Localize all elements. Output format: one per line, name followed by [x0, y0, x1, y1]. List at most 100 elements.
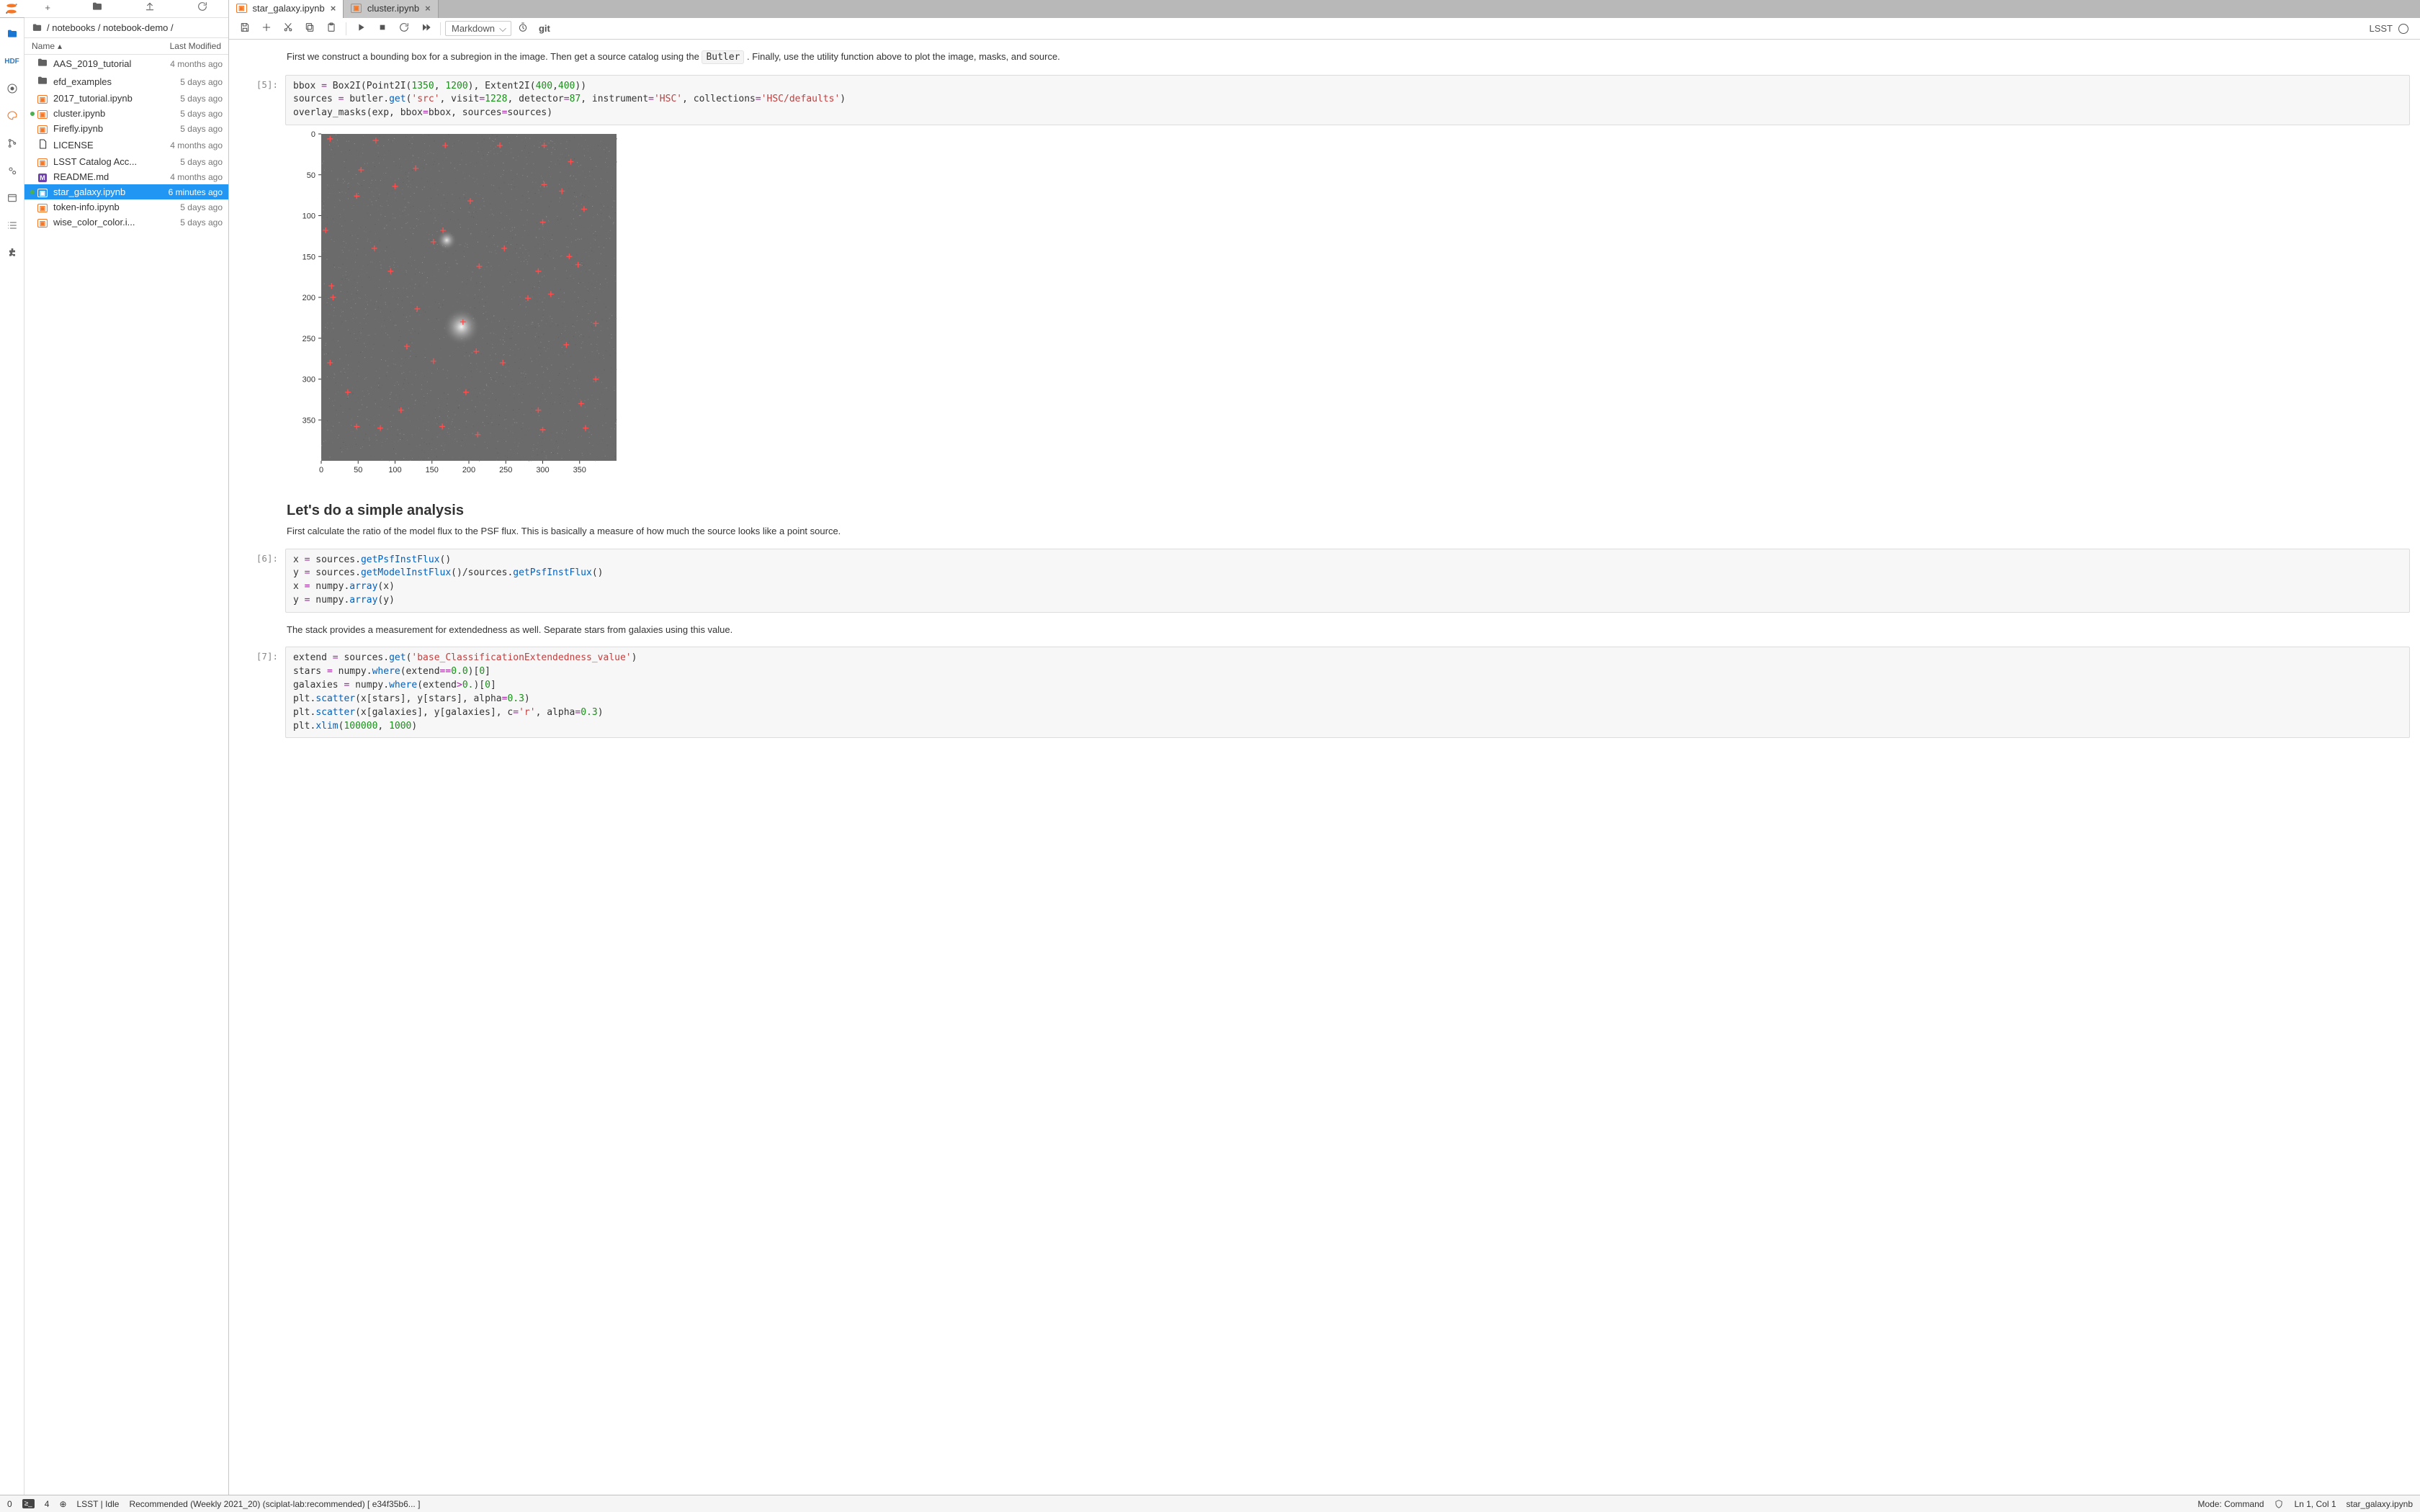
tab-cluster-ipynb[interactable]: ▣cluster.ipynb×	[344, 0, 438, 18]
cell-type-selector[interactable]: Markdown	[445, 21, 511, 36]
terminal-icon[interactable]	[5, 81, 19, 96]
notebook-icon: ▣	[36, 217, 49, 228]
extensions-icon[interactable]	[5, 246, 19, 260]
upload-button[interactable]	[140, 0, 160, 16]
hdf5-icon[interactable]: HDF	[5, 54, 19, 68]
restart-button[interactable]	[394, 19, 414, 38]
notebook-toolbar: Markdown git LSST	[229, 18, 2420, 40]
tab-star_galaxy-ipynb[interactable]: ▣star_galaxy.ipynb×	[229, 0, 344, 18]
file-row[interactable]: ▣token-info.ipynb5 days ago	[24, 199, 228, 215]
git-icon[interactable]	[5, 136, 19, 150]
file-row[interactable]: ▣cluster.ipynb5 days ago	[24, 106, 228, 121]
file-name: token-info.ipynb	[53, 202, 180, 212]
svg-text:350: 350	[573, 466, 586, 474]
notebook-body[interactable]: First we construct a bounding box for a …	[229, 40, 2420, 1495]
sort-arrow-icon: ▴	[58, 41, 62, 51]
modified-column-header[interactable]: Last Modified	[170, 41, 221, 51]
file-modified: 5 days ago	[180, 202, 223, 212]
code-cell[interactable]: [5]: bbox = Box2I(Point2I(1350, 1200), E…	[239, 75, 2410, 483]
code-cell[interactable]: [6]: x = sources.getPsfInstFlux() y = so…	[239, 549, 2410, 613]
new-launcher-button[interactable]: +	[40, 1, 55, 14]
cell-prompt: [5]:	[239, 75, 285, 483]
svg-text:150: 150	[302, 253, 315, 261]
kernel-status-icon[interactable]	[2398, 24, 2408, 34]
run-button[interactable]	[351, 19, 371, 38]
file-modified: 5 days ago	[180, 157, 223, 167]
svg-text:0: 0	[319, 466, 323, 474]
running-dot-icon	[30, 190, 35, 194]
copy-button[interactable]	[300, 19, 320, 38]
markdown-cell[interactable]: The stack provides a measurement for ext…	[239, 618, 2410, 642]
folder-icon	[36, 75, 49, 89]
breadcrumb-path[interactable]: / notebooks / notebook-demo /	[47, 22, 174, 33]
timer-icon[interactable]	[513, 19, 533, 38]
file-row[interactable]: AAS_2019_tutorial4 months ago	[24, 55, 228, 73]
env-status[interactable]: Recommended (Weekly 2021_20) (sciplat-la…	[129, 1499, 420, 1509]
file-modified: 6 minutes ago	[169, 187, 223, 197]
kernel-name[interactable]: LSST	[2369, 23, 2393, 34]
svg-text:300: 300	[302, 376, 315, 384]
cell-prompt: [6]:	[239, 549, 285, 613]
file-modified: 4 months ago	[170, 140, 223, 150]
code-input[interactable]: extend = sources.get('base_Classificatio…	[285, 647, 2410, 738]
document-name-status: star_galaxy.ipynb	[2347, 1499, 2414, 1509]
svg-text:250: 250	[499, 466, 512, 474]
palette-icon[interactable]	[5, 109, 19, 123]
tab-strip: ▣star_galaxy.ipynb×▣cluster.ipynb×	[229, 0, 2420, 18]
file-name: wise_color_color.i...	[53, 217, 180, 228]
list-icon[interactable]	[5, 218, 19, 233]
git-button[interactable]: git	[534, 20, 555, 37]
svg-text:300: 300	[536, 466, 549, 474]
file-name: star_galaxy.ipynb	[53, 186, 169, 197]
new-folder-button[interactable]	[87, 0, 107, 16]
folder-icon[interactable]	[5, 27, 19, 41]
add-cell-button[interactable]	[256, 19, 277, 38]
file-toolbar: +	[24, 0, 228, 18]
run-all-button[interactable]	[416, 19, 436, 38]
gears-icon[interactable]	[5, 163, 19, 178]
shield-icon[interactable]	[2274, 1499, 2284, 1509]
file-row[interactable]: ▣Firefly.ipynb5 days ago	[24, 121, 228, 136]
status-circle-icon[interactable]: ⊕	[59, 1499, 66, 1509]
status-left-0[interactable]: 0	[7, 1499, 12, 1509]
save-button[interactable]	[235, 19, 255, 38]
code-input[interactable]: x = sources.getPsfInstFlux() y = sources…	[285, 549, 2410, 613]
file-row[interactable]: efd_examples5 days ago	[24, 73, 228, 91]
file-modified: 5 days ago	[180, 124, 223, 134]
tab-label: star_galaxy.ipynb	[253, 3, 325, 14]
svg-text:150: 150	[426, 466, 439, 474]
running-dot-icon	[30, 112, 35, 116]
file-row[interactable]: MREADME.md4 months ago	[24, 169, 228, 184]
file-row[interactable]: ▣wise_color_color.i...5 days ago	[24, 215, 228, 230]
window-icon[interactable]	[5, 191, 19, 205]
mode-status: Mode: Command	[2197, 1499, 2264, 1509]
close-icon[interactable]: ×	[425, 3, 431, 14]
md-icon: M	[36, 171, 49, 182]
svg-text:50: 50	[307, 171, 315, 180]
svg-text:50: 50	[354, 466, 362, 474]
notebook-icon: ▣	[36, 93, 49, 104]
paste-button[interactable]	[321, 19, 341, 38]
file-row[interactable]: ▣star_galaxy.ipynb6 minutes ago	[24, 184, 228, 199]
kernel-status[interactable]: LSST | Idle	[77, 1499, 120, 1509]
code-input[interactable]: bbox = Box2I(Point2I(1350, 1200), Extent…	[285, 75, 2410, 126]
file-modified: 5 days ago	[180, 109, 223, 119]
name-column-header[interactable]: Name ▴	[32, 41, 170, 51]
code-cell[interactable]: [7]: extend = sources.get('base_Classifi…	[239, 647, 2410, 738]
stop-button[interactable]	[372, 19, 393, 38]
file-row[interactable]: LICENSE4 months ago	[24, 136, 228, 154]
markdown-cell[interactable]: Let's do a simple analysis First calcula…	[239, 488, 2410, 543]
file-row[interactable]: ▣LSST Catalog Acc...5 days ago	[24, 154, 228, 169]
markdown-cell[interactable]: First we construct a bounding box for a …	[239, 45, 2410, 69]
file-row[interactable]: ▣2017_tutorial.ipynb5 days ago	[24, 91, 228, 106]
terminals-status[interactable]: ≥_	[22, 1499, 35, 1508]
notebook-icon: ▣	[36, 123, 49, 134]
file-name: LICENSE	[53, 140, 170, 150]
breadcrumb[interactable]: / notebooks / notebook-demo /	[24, 18, 228, 38]
svg-text:350: 350	[302, 416, 315, 425]
svg-text:100: 100	[388, 466, 401, 474]
close-icon[interactable]: ×	[331, 3, 336, 14]
cut-button[interactable]	[278, 19, 298, 38]
refresh-button[interactable]	[192, 0, 212, 16]
status-count[interactable]: 4	[45, 1499, 50, 1509]
